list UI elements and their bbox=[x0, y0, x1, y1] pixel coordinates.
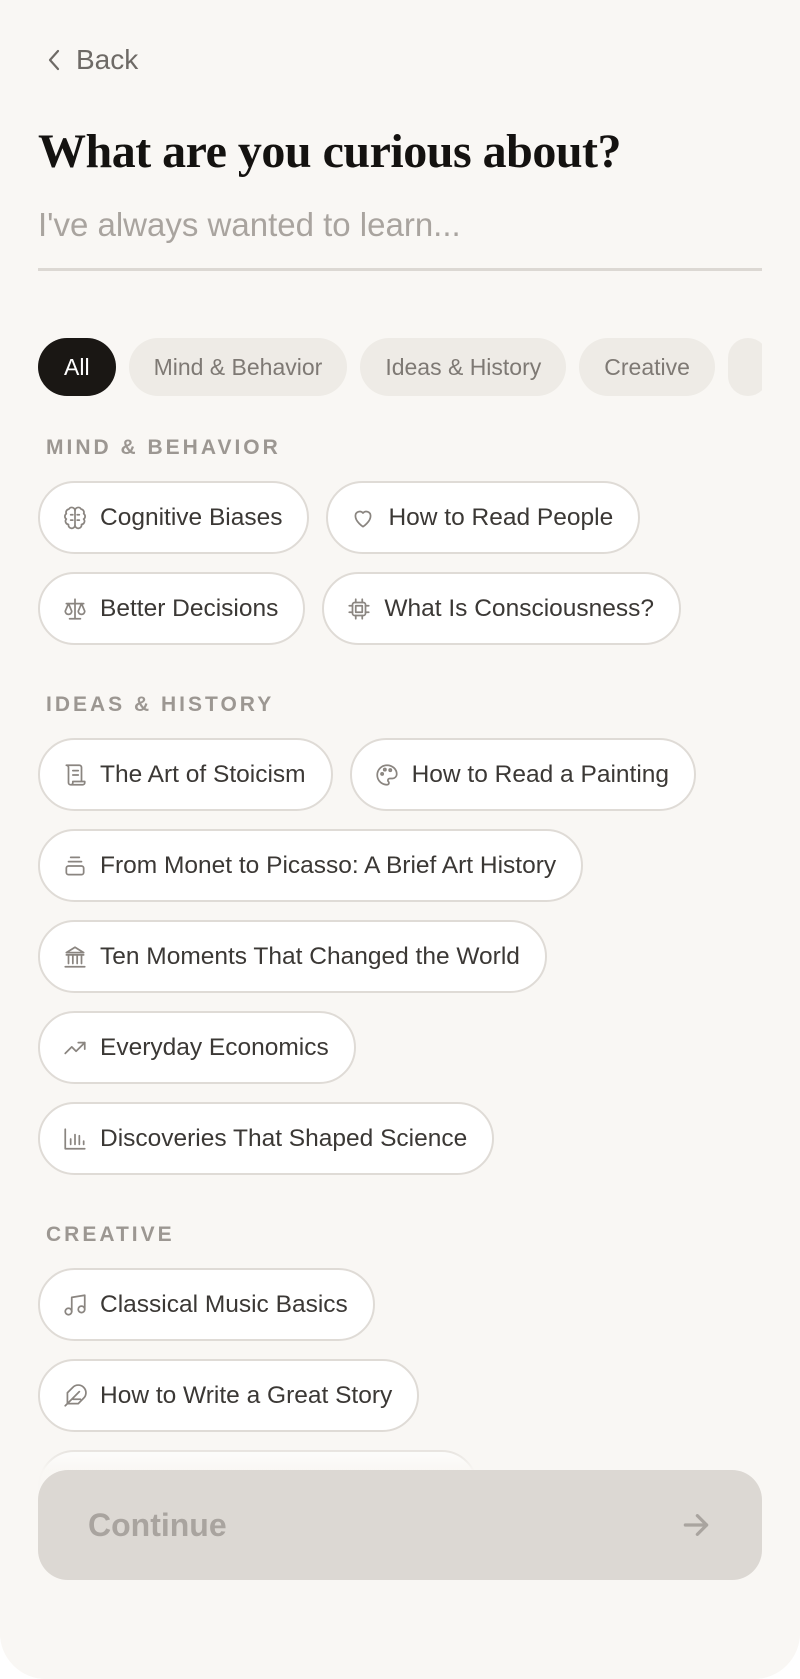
continue-button[interactable]: Continue bbox=[38, 1470, 762, 1580]
topic-chip-stoicism[interactable]: The Art of Stoicism bbox=[38, 738, 333, 811]
topic-chip-label: The Art of Stoicism bbox=[100, 760, 306, 788]
chevron-left-icon bbox=[48, 49, 60, 71]
continue-label: Continue bbox=[88, 1506, 227, 1543]
topic-chip-label: Ten Moments That Changed the World bbox=[100, 942, 520, 970]
topic-chip-label: How to Read a Painting bbox=[411, 760, 670, 788]
heart-icon bbox=[355, 510, 372, 528]
bar-chart-icon bbox=[64, 1127, 86, 1150]
topic-picker-screen: Back What are you curious about? All Min… bbox=[0, 0, 800, 1679]
palette-icon bbox=[376, 763, 398, 786]
landmark-icon bbox=[64, 945, 86, 968]
section-label-creative: CREATIVE bbox=[46, 1223, 175, 1246]
topic-chip-read-painting[interactable]: How to Read a Painting bbox=[349, 738, 697, 811]
topic-chip-label: How to Read People bbox=[388, 503, 614, 531]
chip-icon bbox=[348, 597, 371, 620]
topic-chip-consciousness[interactable]: What Is Consciousness? bbox=[322, 572, 682, 645]
back-button[interactable]: Back bbox=[44, 44, 138, 76]
search-input[interactable] bbox=[38, 206, 762, 244]
music-note-icon bbox=[64, 1293, 86, 1316]
section-ideas-history: The Art of Stoicism How to Read a Painti… bbox=[38, 738, 762, 1175]
feather-icon bbox=[64, 1383, 87, 1407]
topic-chip-label: Discoveries That Shaped Science bbox=[100, 1124, 468, 1152]
topic-chip-art-history[interactable]: From Monet to Picasso: A Brief Art Histo… bbox=[38, 829, 584, 902]
topic-chip-classical-music[interactable]: Classical Music Basics bbox=[38, 1268, 375, 1341]
category-filter-bar: All Mind & Behavior Ideas & History Crea… bbox=[38, 338, 762, 396]
filter-mind-behavior[interactable]: Mind & Behavior bbox=[128, 338, 348, 396]
topic-chip-label: What Is Consciousness? bbox=[384, 594, 655, 622]
layers-icon bbox=[65, 855, 85, 876]
section-label-mind-behavior: MIND & BEHAVIOR bbox=[46, 436, 281, 459]
scroll-icon bbox=[65, 763, 86, 786]
topic-chip-label: Classical Music Basics bbox=[100, 1290, 348, 1318]
filter-all[interactable]: All bbox=[38, 338, 116, 396]
filter-ideas-history[interactable]: Ideas & History bbox=[360, 338, 567, 396]
brain-icon bbox=[64, 506, 86, 529]
search-field bbox=[38, 206, 762, 271]
topic-chip-better-decisions[interactable]: Better Decisions bbox=[38, 572, 306, 645]
topic-chip-discoveries-science[interactable]: Discoveries That Shaped Science bbox=[38, 1102, 495, 1175]
section-mind-behavior: Cognitive Biases How to Read People Bett… bbox=[38, 481, 762, 645]
section-label-ideas-history: IDEAS & HISTORY bbox=[46, 693, 275, 716]
topic-chip-ten-moments[interactable]: Ten Moments That Changed the World bbox=[38, 920, 547, 993]
topic-chip-label: How to Write a Great Story bbox=[100, 1381, 393, 1409]
topic-chip-label: Better Decisions bbox=[100, 594, 279, 622]
filter-more[interactable] bbox=[727, 338, 762, 396]
back-label: Back bbox=[76, 44, 139, 75]
topic-chip-read-people[interactable]: How to Read People bbox=[326, 481, 641, 554]
topic-chip-write-story[interactable]: How to Write a Great Story bbox=[38, 1359, 420, 1432]
arrow-right-icon bbox=[683, 1514, 709, 1536]
topic-list: MIND & BEHAVIOR Cognitive Biases How to … bbox=[38, 436, 762, 1571]
topic-chip-label: Everyday Economics bbox=[100, 1033, 329, 1061]
page-title: What are you curious about? bbox=[38, 125, 622, 178]
topic-chip-label: From Monet to Picasso: A Brief Art Histo… bbox=[100, 851, 557, 879]
topic-chip-label: Cognitive Biases bbox=[100, 503, 283, 531]
filter-creative[interactable]: Creative bbox=[579, 338, 715, 396]
trending-up-icon bbox=[64, 1041, 86, 1054]
topic-chip-cognitive-biases[interactable]: Cognitive Biases bbox=[38, 481, 310, 554]
scale-icon bbox=[64, 597, 86, 620]
topic-chip-everyday-economics[interactable]: Everyday Economics bbox=[38, 1011, 356, 1084]
